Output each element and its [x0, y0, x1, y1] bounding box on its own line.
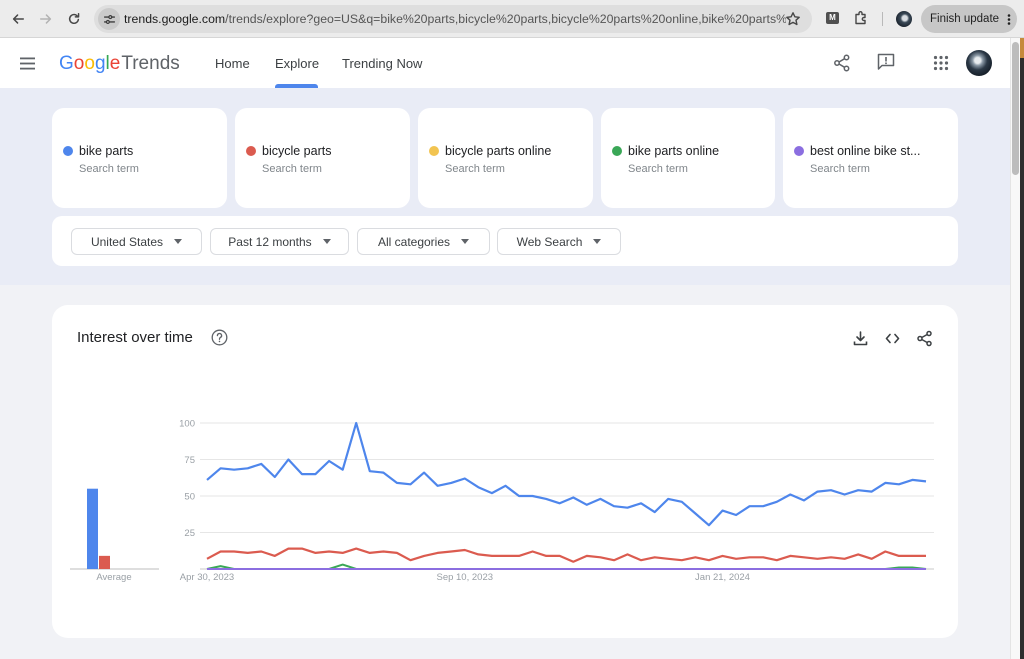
- window-edge: [1020, 38, 1024, 659]
- average-bar-bicycle-parts[interactable]: [99, 555, 110, 569]
- x-tick-label: Apr 30, 2023: [180, 572, 234, 583]
- apps-grid-icon: [933, 55, 949, 71]
- search-term-label: bicycle parts online: [445, 144, 552, 158]
- search-term-card[interactable]: bike parts online Search term: [601, 108, 775, 208]
- forward-button[interactable]: [37, 10, 55, 28]
- site-info-button[interactable]: [98, 8, 120, 30]
- share-icon: [834, 54, 850, 72]
- series-line-bicycle-parts[interactable]: [206, 547, 926, 563]
- region-value: United States: [90, 234, 164, 249]
- interest-line-chart[interactable]: 25 50 75 100 Apr 30, 2023 Sep 10, 2023 Jan 21,…: [52, 305, 958, 638]
- search-term-type: Search term: [810, 163, 870, 175]
- logo-letter: g: [94, 53, 106, 74]
- arrow-right-icon: [40, 14, 52, 24]
- dropdown-caret-icon: [461, 239, 470, 244]
- search-term-type: Search term: [628, 163, 688, 175]
- region-dropdown[interactable]: United States: [71, 228, 202, 255]
- star-icon: [786, 12, 800, 26]
- account-avatar[interactable]: [966, 50, 992, 76]
- y-tick-label: 25: [184, 528, 195, 539]
- y-tick-label: 100: [179, 419, 195, 430]
- share-page-button[interactable]: [832, 53, 852, 73]
- tune-icon: [103, 14, 115, 24]
- feedback-icon: [877, 53, 895, 70]
- time-range-dropdown[interactable]: Past 12 months: [210, 228, 349, 255]
- window-edge-accent: [1020, 38, 1024, 58]
- feedback-button[interactable]: [876, 52, 896, 72]
- back-button[interactable]: [9, 10, 27, 28]
- y-tick-label: 75: [184, 455, 195, 466]
- search-term-label: bike parts: [79, 144, 134, 158]
- bookmark-button[interactable]: [785, 11, 801, 27]
- average-label: Average: [96, 572, 131, 583]
- reload-button[interactable]: [65, 10, 83, 28]
- toolbar-separator: [882, 12, 883, 26]
- search-term-label: bike parts online: [628, 144, 720, 158]
- arrow-left-icon: [12, 14, 24, 24]
- filter-bar: United States Past 12 months All categor…: [52, 216, 958, 266]
- tab-explore[interactable]: Explore: [275, 54, 319, 74]
- url-host: trends.google.com: [124, 12, 226, 26]
- logo-letter: e: [109, 53, 121, 74]
- google-apps-button[interactable]: [931, 53, 951, 73]
- search-term-card[interactable]: best online bike st... Search term: [783, 108, 958, 208]
- scrollbar-thumb[interactable]: [1012, 42, 1019, 175]
- dropdown-caret-icon: [322, 239, 331, 244]
- logo-letter: o: [73, 53, 85, 74]
- trends-header: GoogleTrends Home Explore Trending Now: [0, 38, 1010, 88]
- category-dropdown[interactable]: All categories: [357, 228, 490, 255]
- puzzle-icon: [855, 11, 866, 25]
- search-term-type: Search term: [262, 163, 322, 175]
- series-color-dot: [794, 146, 804, 156]
- finish-update-label: Finish update: [930, 13, 1000, 25]
- hamburger-icon: [20, 57, 35, 70]
- search-term-card[interactable]: bicycle parts online Search term: [418, 108, 593, 208]
- logo-letter: G: [59, 53, 74, 74]
- address-bar[interactable]: trends.google.com/trends/explore?geo=US&…: [94, 5, 812, 33]
- finish-update-button[interactable]: Finish update: [921, 5, 1017, 33]
- url-path: /trends/explore?geo=US&q=bike%20parts,bi…: [225, 12, 786, 26]
- search-term-card[interactable]: bicycle parts Search term: [235, 108, 410, 208]
- google-trends-logo[interactable]: GoogleTrends: [59, 52, 180, 76]
- series-color-dot: [63, 146, 73, 156]
- search-term-label: bicycle parts: [262, 144, 332, 158]
- series-color-dot: [612, 146, 622, 156]
- search-term-label: best online bike st...: [810, 144, 921, 158]
- main-menu-button[interactable]: [19, 57, 37, 70]
- search-type-value: Web Search: [516, 234, 583, 249]
- reload-icon: [68, 13, 80, 25]
- series-color-dot: [246, 146, 256, 156]
- series-color-dot: [429, 146, 439, 156]
- more-vertical-icon: [1007, 14, 1011, 25]
- browser-profile-avatar[interactable]: [896, 11, 912, 27]
- time-range-value: Past 12 months: [228, 234, 312, 249]
- category-value: All categories: [377, 234, 451, 249]
- search-type-dropdown[interactable]: Web Search: [497, 228, 621, 255]
- tab-trending-now[interactable]: Trending Now: [342, 54, 422, 74]
- x-tick-label: Sep 10, 2023: [436, 572, 493, 583]
- x-tick-label: Jan 21, 2024: [695, 572, 750, 583]
- search-term-type: Search term: [445, 163, 505, 175]
- extension-m-icon[interactable]: M: [826, 12, 839, 24]
- browser-toolbar: trends.google.com/trends/explore?geo=US&…: [0, 0, 1024, 38]
- extensions-button[interactable]: [853, 10, 869, 26]
- interest-over-time-card: Interest over time 25 50 75 100 Apr 30, 2023…: [52, 305, 958, 638]
- logo-letter: o: [84, 53, 95, 74]
- series-line-bike-parts[interactable]: [206, 421, 927, 527]
- logo-product-name: Trends: [121, 53, 180, 74]
- average-bar-bike-parts[interactable]: [87, 488, 98, 569]
- search-term-type: Search term: [79, 163, 139, 175]
- url-text[interactable]: trends.google.com/trends/explore?geo=US&…: [124, 11, 786, 27]
- dropdown-caret-icon: [593, 239, 602, 244]
- search-term-card[interactable]: bike parts Search term: [52, 108, 227, 208]
- dropdown-caret-icon: [174, 239, 183, 244]
- y-tick-label: 50: [184, 492, 195, 503]
- tab-home[interactable]: Home: [215, 54, 250, 74]
